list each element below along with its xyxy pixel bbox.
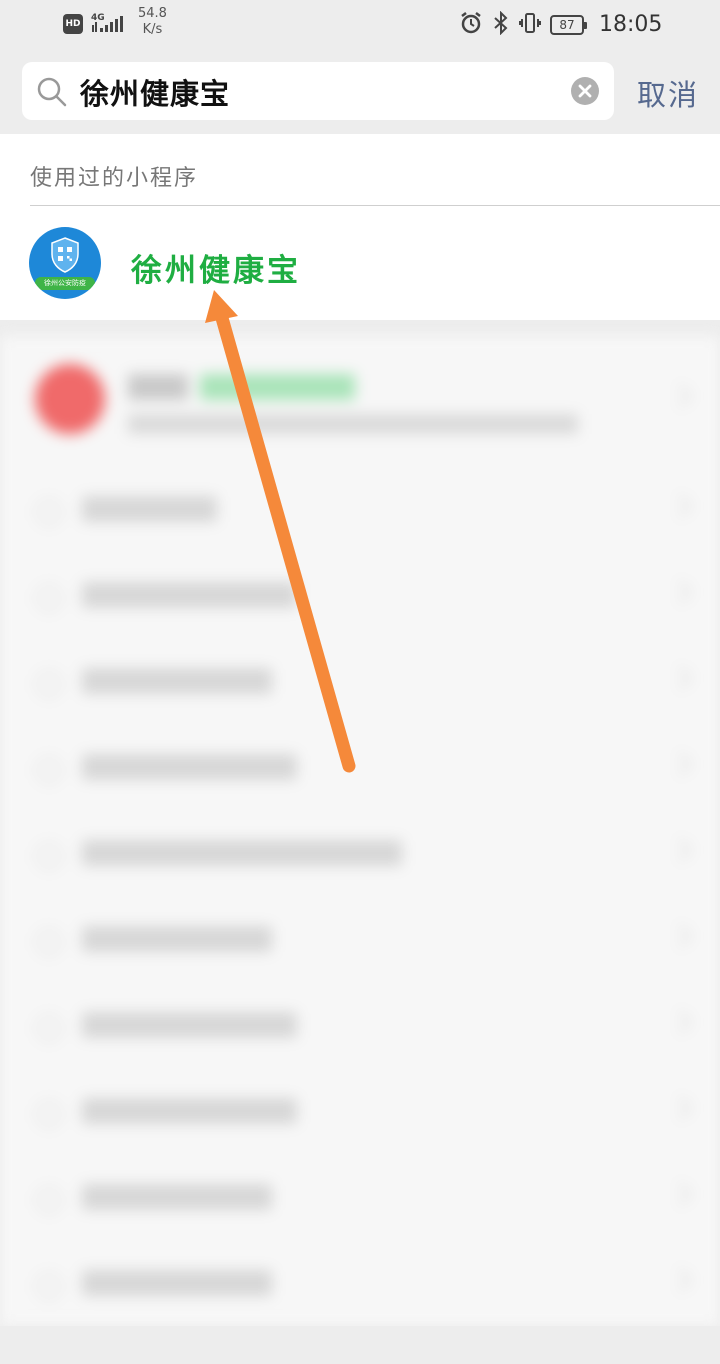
cell-signal-icon: 4G	[90, 10, 130, 36]
miniprogram-item-name[interactable]: 徐州健康宝	[131, 245, 301, 290]
search-input[interactable]: 徐州健康宝	[80, 71, 230, 113]
miniprogram-logo[interactable]: 徐州公安防疫	[29, 227, 101, 299]
cancel-button[interactable]: 取消	[637, 72, 699, 114]
clear-icon[interactable]	[571, 77, 599, 105]
search-bar[interactable]: 徐州健康宝	[22, 62, 614, 120]
blurred-top-result	[0, 336, 720, 466]
clock: 18:05	[599, 12, 663, 37]
network-speed: 54.8 K/s	[138, 6, 167, 38]
logo-caption: 徐州公安防疫	[35, 277, 95, 290]
shield-qr-icon	[51, 237, 79, 273]
bottom-strip	[0, 1326, 720, 1364]
speed-value: 54.8	[138, 6, 167, 21]
used-miniprograms-section: 使用过的小程序 徐州公安防疫 徐州健康宝	[0, 134, 720, 320]
status-bar: HD 4G 54.8 K/s 87 18:05	[0, 0, 720, 52]
speed-unit: K/s	[142, 22, 163, 37]
blurred-results-list	[0, 336, 720, 1326]
bluetooth-icon	[492, 10, 510, 39]
divider	[30, 205, 720, 206]
section-title: 使用过的小程序	[30, 166, 199, 191]
search-icon	[36, 76, 68, 112]
alarm-icon	[458, 10, 484, 40]
battery-indicator: 87	[550, 15, 587, 35]
hd-badge: HD	[63, 14, 83, 34]
network-type-label: 4G	[91, 13, 105, 23]
vibrate-icon	[518, 11, 542, 39]
